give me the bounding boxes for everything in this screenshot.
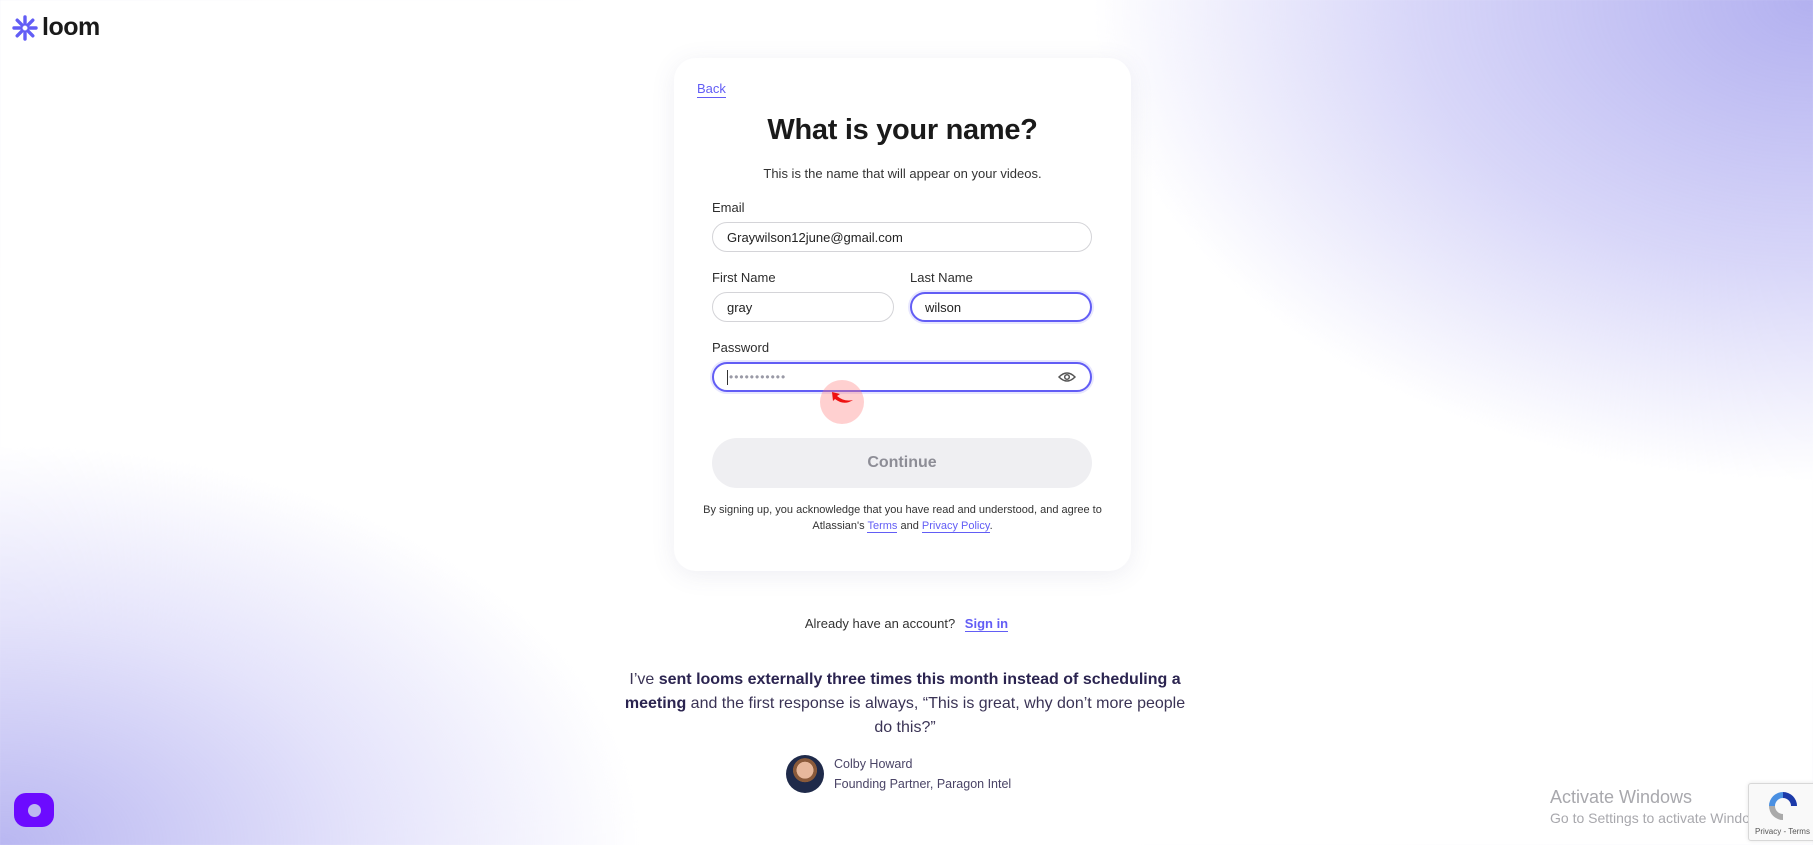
password-field[interactable]: •••••••••••	[712, 362, 1092, 392]
watermark-line-1: Activate Windows	[1550, 787, 1693, 807]
legal-and: and	[900, 520, 919, 532]
recaptcha-links[interactable]: Privacy - Terms	[1755, 827, 1810, 836]
privacy-policy-link[interactable]: Privacy Policy	[921, 520, 990, 533]
chat-widget-button[interactable]	[14, 793, 54, 827]
text-caret	[727, 369, 728, 385]
quote-part-2: and the first response is always, “This …	[686, 695, 1186, 736]
password-label: Password	[712, 340, 770, 355]
continue-button[interactable]: Continue	[712, 438, 1092, 488]
legal-text: By signing up, you acknowledge that you …	[694, 502, 1111, 534]
page-subtitle: This is the name that will appear on you…	[763, 166, 1042, 181]
recaptcha-badge[interactable]: Privacy - Terms	[1748, 783, 1813, 841]
avatar	[786, 755, 824, 793]
signin-prompt: Already have an account? Sign in	[0, 616, 1813, 632]
author-title: Founding Partner, Paragon Intel	[834, 777, 1012, 791]
email-field[interactable]	[712, 222, 1092, 252]
first-name-input[interactable]	[727, 299, 879, 315]
signup-card: Back What is your name? This is the name…	[674, 58, 1131, 571]
loom-asterisk-icon	[12, 14, 38, 41]
watermark-line-2: Go to Settings to activate Windows.	[1550, 810, 1771, 826]
first-name-label: First Name	[712, 270, 776, 285]
email-input[interactable]	[727, 229, 1077, 245]
eye-icon[interactable]	[1057, 370, 1077, 384]
page-title: What is your name?	[767, 114, 1038, 146]
testimonial-author: Colby Howard Founding Partner, Paragon I…	[786, 754, 1011, 794]
recaptcha-icon	[1769, 792, 1797, 820]
first-name-field[interactable]	[712, 292, 894, 322]
author-name: Colby Howard	[834, 757, 913, 771]
sign-in-link[interactable]: Sign in	[964, 616, 1009, 632]
windows-activation-watermark: Activate Windows Go to Settings to activ…	[1550, 786, 1771, 828]
loom-logo[interactable]: loom	[12, 13, 100, 42]
signin-prompt-text: Already have an account?	[804, 616, 956, 631]
password-input[interactable]: •••••••••••	[727, 369, 1057, 385]
email-label: Email	[712, 200, 745, 215]
chat-icon	[27, 803, 41, 817]
last-name-field[interactable]	[910, 292, 1092, 322]
last-name-input[interactable]	[925, 299, 1077, 315]
password-masked-value: •••••••••••	[729, 370, 787, 384]
quote-part-1: I’ve	[629, 671, 659, 688]
back-link[interactable]: Back	[697, 81, 726, 98]
last-name-label: Last Name	[910, 270, 973, 285]
legal-suffix: .	[989, 520, 993, 532]
loom-wordmark: loom	[42, 13, 100, 41]
testimonial-quote: I’ve sent looms externally three times t…	[620, 668, 1190, 740]
terms-link[interactable]: Terms	[867, 520, 898, 533]
